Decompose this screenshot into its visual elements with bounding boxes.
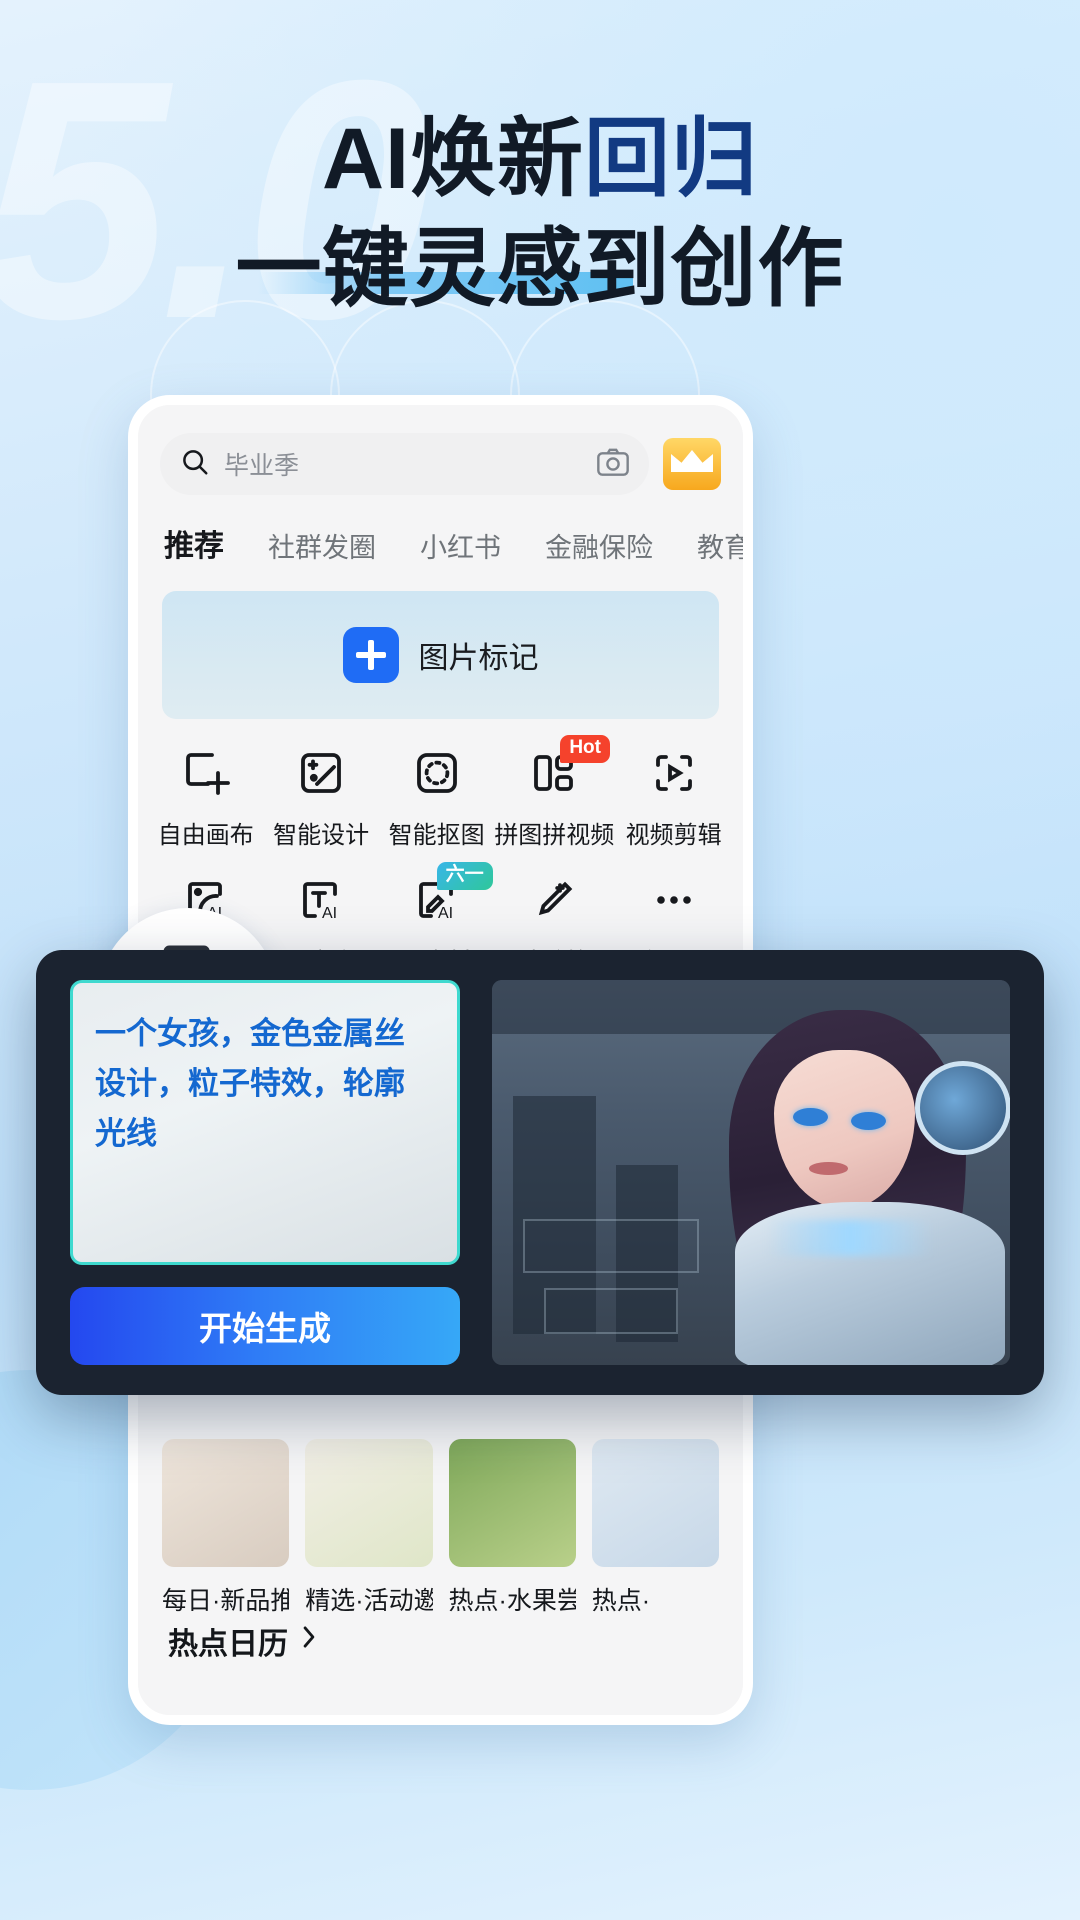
image-mark-banner[interactable]: 图片标记 <box>162 591 719 719</box>
festival-badge: 六一 <box>436 862 493 890</box>
card-label: 热点· <box>591 1587 651 1615</box>
hot-calendar-label: 热点日历 <box>168 1628 288 1661</box>
carousel-card[interactable]: 热点· <box>591 1439 719 1617</box>
generated-image-preview[interactable] <box>492 980 1010 1365</box>
headline-segment-navy: 回归 <box>584 111 758 207</box>
headline-segment-dark: AI焕新 <box>322 111 584 207</box>
ai-generation-dialog: 一个女孩，金色金属丝设计，粒子特效，轮廓光线 开始生成 <box>36 950 1044 1395</box>
card-thumbnail <box>162 1439 290 1567</box>
tool-collage[interactable]: Hot 拼图拼视频 <box>494 735 615 850</box>
prompt-text: 一个女孩，金色金属丝设计，粒子特效，轮廓光线 <box>95 1016 405 1152</box>
tab-community[interactable]: 社群发圈 <box>268 526 376 565</box>
tool-smart-design[interactable]: 智能设计 <box>263 745 378 850</box>
headline-line-2: 一键灵感到创作 <box>235 221 845 318</box>
generate-button[interactable]: 开始生成 <box>70 1287 460 1365</box>
video-edit-icon <box>646 745 702 801</box>
card-thumbnail <box>448 1439 576 1567</box>
hot-badge: Hot <box>560 735 610 763</box>
chevron-right-icon <box>298 1624 320 1658</box>
art-rail-1 <box>523 1218 700 1273</box>
tab-xiaohongshu[interactable]: 小红书 <box>420 526 501 565</box>
prompt-input[interactable]: 一个女孩，金色金属丝设计，粒子特效，轮廓光线 <box>70 980 460 1265</box>
hot-calendar-entry[interactable]: 热点日历 <box>138 1585 320 1663</box>
tab-finance[interactable]: 金融保险 <box>545 526 653 565</box>
tool-cutout[interactable]: 智能抠图 <box>379 745 494 850</box>
cutout-icon <box>409 745 465 801</box>
ai-portrait-art <box>492 980 1010 1365</box>
search-icon <box>180 447 210 482</box>
tool-label: 视频剪辑 <box>625 822 722 849</box>
search-placeholder-text: 毕业季 <box>224 452 300 480</box>
magic-design-icon <box>293 745 349 801</box>
card-thumbnail <box>305 1439 433 1567</box>
eraser-pen-icon <box>526 872 582 928</box>
card-thumbnail <box>591 1439 719 1567</box>
search-row: 毕业季 <box>138 405 743 495</box>
card-label: 热点·水果尝鲜季 <box>448 1587 576 1615</box>
ai-text-icon: AI <box>293 872 349 928</box>
art-figure-eye-right <box>850 1111 887 1130</box>
more-dots-icon <box>646 872 702 928</box>
art-figure-glow <box>767 1220 935 1257</box>
tab-education[interactable]: 教育培训 <box>697 526 743 565</box>
search-input[interactable]: 毕业季 <box>160 433 649 495</box>
headline-line-1: AI焕新回归 <box>0 104 1080 294</box>
banner-label: 图片标记 <box>418 642 539 675</box>
carousel-card[interactable]: 精选·活动邀请函 <box>305 1439 433 1617</box>
art-figure <box>710 1003 1010 1365</box>
carousel-card[interactable]: 热点·水果尝鲜季 <box>448 1439 576 1617</box>
hero-headline: AI焕新回归 一键灵感到创作 <box>0 104 1080 324</box>
tool-label: 自由画布 <box>157 822 254 849</box>
tool-label: 智能抠图 <box>388 822 485 849</box>
card-label: 精选·活动邀请函 <box>305 1587 432 1615</box>
art-figure-headset <box>915 1060 1010 1156</box>
category-tabs: 推荐 社群发圈 小红书 金融保险 教育培训 <box>138 495 743 565</box>
svg-text:AI: AI <box>438 905 453 922</box>
art-rail-2 <box>543 1288 679 1335</box>
art-figure-lips <box>809 1162 848 1175</box>
canvas-add-icon <box>178 745 234 801</box>
ai-dialog-left-column: 一个女孩，金色金属丝设计，粒子特效，轮廓光线 开始生成 <box>70 980 460 1365</box>
tool-label: 拼图拼视频 <box>494 822 615 849</box>
svg-text:AI: AI <box>322 905 337 922</box>
crown-icon[interactable] <box>663 438 721 490</box>
tool-canvas[interactable]: 自由画布 <box>148 745 263 850</box>
tab-recommend[interactable]: 推荐 <box>164 521 224 565</box>
camera-icon[interactable] <box>597 448 629 481</box>
plus-icon <box>342 627 399 683</box>
tool-label: 智能设计 <box>273 822 370 849</box>
tool-video-edit[interactable]: 视频剪辑 <box>614 745 733 850</box>
